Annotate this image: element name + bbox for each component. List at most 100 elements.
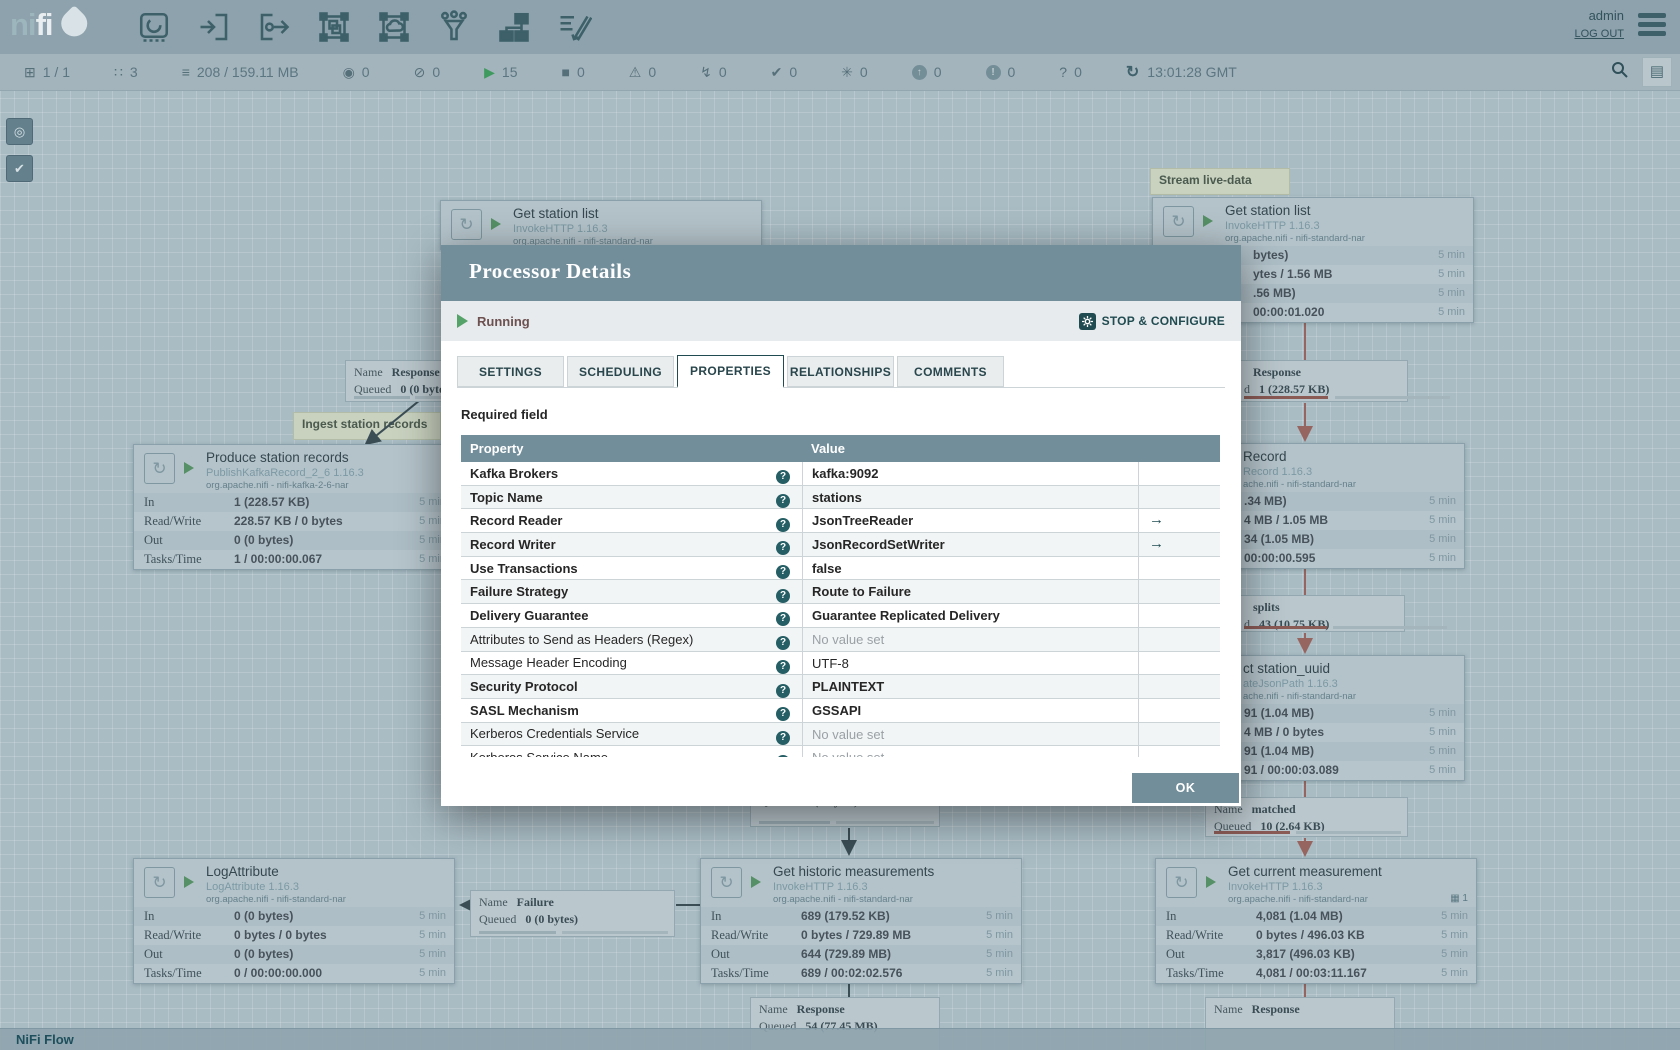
disabled-icon: ↯ — [700, 63, 712, 80]
username: admin — [1588, 8, 1624, 23]
processor-toolbar-icon[interactable] — [136, 9, 172, 45]
property-row[interactable]: Topic Name ? stations — [461, 485, 1220, 510]
tab-scheduling[interactable]: SCHEDULING — [567, 356, 674, 387]
stat-value: 91 / 00:00:03.089 — [1244, 763, 1339, 777]
label-toolbar-icon[interactable] — [556, 9, 593, 45]
property-row[interactable]: Attributes to Send as Headers (Regex) ? … — [461, 627, 1220, 652]
property-value-cell[interactable]: JsonTreeReader — [802, 509, 1138, 533]
refresh-icon[interactable]: ↻ — [1126, 62, 1139, 82]
stat-period: 5 min — [986, 948, 1013, 960]
property-value-cell[interactable]: No value set — [802, 722, 1138, 746]
stop-and-configure-button[interactable]: STOP & CONFIGURE — [1078, 312, 1225, 330]
logout-link[interactable]: LOG OUT — [1574, 28, 1624, 40]
property-row[interactable]: Security Protocol ? PLAINTEXT — [461, 675, 1220, 699]
stat-label: Tasks/Time — [144, 552, 202, 566]
tab-settings[interactable]: SETTINGS — [457, 356, 564, 387]
processor-get-historic-measurements[interactable]: ↻ Get historic measurements InvokeHTTP 1… — [700, 858, 1022, 984]
template-toolbar-icon[interactable] — [496, 9, 532, 45]
property-value-cell[interactable]: GSSAPI — [802, 698, 1138, 722]
canvas-label-ingest-station-records[interactable]: Ingest station records — [293, 412, 441, 440]
property-row[interactable]: Record Reader ? JsonTreeReader → — [461, 509, 1220, 534]
ok-button[interactable]: OK — [1132, 773, 1239, 803]
property-name-cell: Kerberos Service Name ? — [461, 750, 802, 757]
tab-label: SCHEDULING — [579, 365, 662, 379]
property-row[interactable]: Kafka Brokers ? kafka:9092 — [461, 462, 1220, 486]
input-port-toolbar-icon[interactable] — [196, 9, 232, 45]
connection-label[interactable]: Name Failure Queued 0 (0 bytes) — [470, 890, 675, 937]
help-icon[interactable]: ? — [776, 730, 790, 745]
help-icon[interactable]: ? — [776, 470, 790, 485]
property-row[interactable]: Record Writer ? JsonRecordSetWriter → — [461, 533, 1220, 557]
birdseye-button[interactable]: ◎ — [6, 118, 33, 145]
property-value-cell[interactable]: stations — [802, 485, 1138, 509]
global-menu-icon[interactable] — [1638, 13, 1666, 40]
property-name: Use Transactions — [470, 560, 578, 576]
queue-indicator-bars — [759, 821, 947, 824]
property-value-cell[interactable]: PLAINTEXT — [802, 675, 1138, 698]
status-item-disabled: ↯ 0 — [700, 64, 727, 81]
tab-label: SETTINGS — [479, 365, 542, 379]
process-group-toolbar-icon[interactable] — [316, 9, 352, 45]
property-row[interactable]: Message Header Encoding ? UTF-8 — [461, 651, 1220, 676]
help-icon[interactable]: ? — [776, 517, 790, 532]
property-value-cell[interactable]: kafka:9092 — [802, 462, 1138, 485]
search-icon[interactable] — [1611, 61, 1628, 83]
processor-logattribute[interactable]: ↻ LogAttribute LogAttribute 1.16.3 org.a… — [133, 858, 455, 984]
stat-value: 0 (0 bytes) — [234, 947, 294, 961]
breadcrumb[interactable]: NiFi Flow — [16, 1032, 74, 1047]
stat-label: In — [1166, 909, 1177, 923]
property-value-cell[interactable]: UTF-8 — [802, 651, 1138, 675]
help-icon[interactable]: ? — [776, 588, 790, 603]
processor-produce-station-records[interactable]: ↻ Produce station records PublishKafkaRe… — [133, 444, 455, 570]
property-row[interactable]: SASL Mechanism ? GSSAPI — [461, 698, 1220, 723]
property-name-cell: Failure Strategy ? — [461, 584, 802, 603]
property-value-cell[interactable]: JsonRecordSetWriter — [802, 533, 1138, 556]
property-value-cell[interactable]: Route to Failure — [802, 580, 1138, 604]
processor-stat-row: Tasks/Time 1 / 00:00:00.067 5 min — [134, 550, 454, 569]
property-value-cell[interactable]: No value set — [802, 627, 1138, 651]
processor-bundle: org.apache.nifi - nifi-standard-nar — [773, 894, 913, 905]
pan-hand-button[interactable]: ✔ — [6, 155, 33, 182]
property-action-cell — [1138, 722, 1220, 746]
help-icon[interactable]: ? — [776, 754, 790, 757]
help-icon[interactable]: ? — [776, 636, 790, 651]
stat-period: 5 min — [419, 910, 446, 922]
tab-properties[interactable]: PROPERTIES — [677, 355, 784, 388]
help-icon[interactable]: ? — [776, 659, 790, 674]
stat-value: 3,817 (496.03 KB) — [1256, 947, 1355, 961]
help-icon[interactable]: ? — [776, 541, 790, 556]
cluster-node-badge: ▦ 1 — [1450, 893, 1468, 904]
queue-indicator-bars — [1244, 626, 1462, 629]
property-row[interactable]: Failure Strategy ? Route to Failure — [461, 580, 1220, 605]
tab-comments[interactable]: COMMENTS — [897, 356, 1004, 387]
output-port-toolbar-icon[interactable] — [256, 9, 292, 45]
processor-stat-row: Tasks/Time 4,081 / 00:03:11.167 5 min — [1156, 964, 1476, 983]
go-to-service-icon[interactable]: → — [1149, 535, 1164, 552]
help-icon[interactable]: ? — [776, 612, 790, 627]
processor-name: Produce station records — [206, 450, 349, 465]
property-row[interactable]: Use Transactions ? false — [461, 556, 1220, 581]
tab-relationships[interactable]: RELATIONSHIPS — [787, 356, 894, 387]
funnel-toolbar-icon[interactable] — [436, 9, 472, 45]
property-value-cell[interactable]: false — [802, 556, 1138, 580]
canvas-label-stream-live-data[interactable]: Stream live-data — [1150, 168, 1290, 195]
property-row[interactable]: Kerberos Service Name ? No value set — [461, 746, 1220, 757]
property-name-cell: Record Reader ? — [461, 513, 802, 532]
processor-get-station-list[interactable]: ↻ Get station list InvokeHTTP 1.16.3 org… — [440, 200, 762, 250]
go-to-service-icon[interactable]: → — [1149, 511, 1164, 528]
help-icon[interactable]: ? — [776, 683, 790, 698]
processor-name: Get station list — [1225, 203, 1311, 218]
stat-period: 5 min — [986, 910, 1013, 922]
status-item-not-transmitting: ⊘ 0 — [414, 64, 441, 81]
processor-name: LogAttribute — [206, 864, 279, 879]
help-icon[interactable]: ? — [776, 707, 790, 722]
property-value-cell[interactable]: Guarantee Replicated Delivery — [802, 604, 1138, 627]
processor-get-current-measurement[interactable]: ↻ Get current measurement InvokeHTTP 1.1… — [1155, 858, 1477, 984]
property-value-cell[interactable]: No value set — [802, 746, 1138, 757]
property-row[interactable]: Delivery Guarantee ? Guarantee Replicate… — [461, 604, 1220, 628]
help-icon[interactable]: ? — [776, 494, 790, 509]
property-row[interactable]: Kerberos Credentials Service ? No value … — [461, 722, 1220, 747]
summary-button[interactable]: ▤ — [1642, 57, 1672, 87]
help-icon[interactable]: ? — [776, 565, 790, 580]
remote-process-group-toolbar-icon[interactable] — [376, 9, 412, 45]
